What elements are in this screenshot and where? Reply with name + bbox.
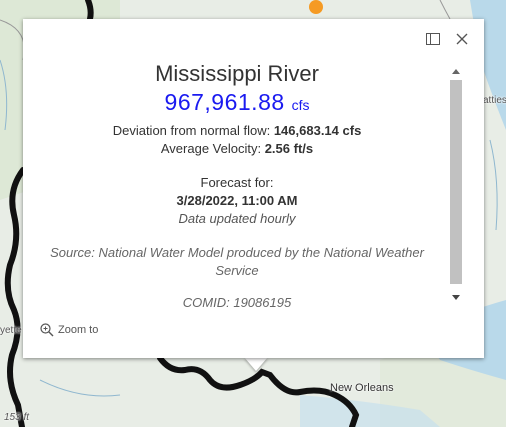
deviation-label: Deviation from normal flow: bbox=[112, 123, 271, 138]
popup-content: Mississippi River 967,961.88 cfs Deviati… bbox=[43, 61, 431, 312]
map-label-elevation: 153 ft bbox=[4, 412, 30, 423]
velocity-line: Average Velocity: 2.56 ft/s bbox=[43, 140, 431, 158]
location-marker bbox=[309, 0, 323, 14]
popup-title: Mississippi River bbox=[155, 61, 319, 86]
comid-text: COMID: 19086195 bbox=[182, 295, 292, 310]
map-label-left-partial: yette bbox=[0, 325, 22, 336]
close-button[interactable] bbox=[452, 29, 472, 49]
dock-button[interactable] bbox=[423, 29, 443, 49]
scroll-up-icon bbox=[452, 68, 460, 74]
flow-unit: cfs bbox=[291, 97, 310, 113]
dock-icon bbox=[426, 33, 440, 45]
scroll-up-button[interactable] bbox=[448, 64, 464, 78]
zoom-to-label: Zoom to bbox=[58, 324, 99, 336]
map-label-right-partial: atties bbox=[483, 95, 506, 106]
deviation-line: Deviation from normal flow: 146,683.14 c… bbox=[43, 122, 431, 140]
popup-scrollbar[interactable] bbox=[448, 64, 464, 304]
zoom-to-button[interactable]: Zoom to bbox=[40, 323, 98, 337]
forecast-datetime: 3/28/2022, 11:00 AM bbox=[176, 193, 298, 208]
scroll-thumb[interactable] bbox=[450, 80, 462, 284]
forecast-label: Forecast for: bbox=[200, 175, 274, 190]
zoom-in-icon bbox=[40, 323, 54, 337]
close-icon bbox=[456, 33, 468, 45]
velocity-label: Average Velocity: bbox=[160, 141, 262, 156]
update-note: Data updated hourly bbox=[178, 211, 296, 226]
velocity-value: 2.56 ft/s bbox=[264, 141, 314, 156]
popup-pointer bbox=[244, 357, 268, 371]
map-label-new-orleans: New Orleans bbox=[330, 382, 394, 394]
feature-popup: Mississippi River 967,961.88 cfs Deviati… bbox=[23, 19, 484, 358]
flow-value: 967,961.88 bbox=[164, 89, 285, 115]
flow-readout: 967,961.88 cfs bbox=[43, 89, 431, 118]
scroll-down-icon bbox=[452, 294, 460, 300]
deviation-value: 146,683.14 cfs bbox=[273, 123, 362, 138]
river-line-top bbox=[85, 0, 94, 22]
source-note: Source: National Water Model produced by… bbox=[50, 245, 424, 278]
scroll-down-button[interactable] bbox=[448, 290, 464, 304]
